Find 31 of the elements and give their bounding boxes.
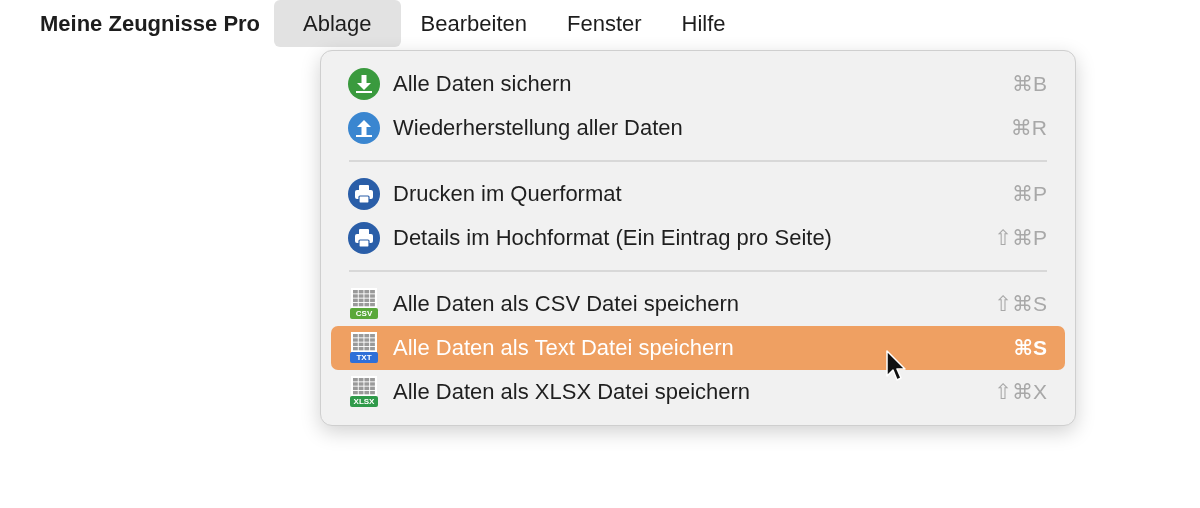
menu-item[interactable]: XLSX Alle Daten als XLSX Datei speichern ⇧⌘X (331, 370, 1065, 414)
keyboard-shortcut: ⌘R (1010, 116, 1047, 140)
menu-bar-item[interactable]: Hilfe (661, 0, 746, 47)
menu-bar-item[interactable]: Bearbeiten (400, 0, 547, 47)
menu-item-label: Alle Daten sichern (393, 71, 573, 97)
menu-item-label: Drucken im Querformat (393, 181, 623, 207)
menu-item[interactable]: CSV Alle Daten als CSV Datei speichern ⇧⌘S (331, 282, 1065, 326)
mouse-pointer-icon (886, 350, 908, 384)
menu-item-label: Wiederherstellung aller Daten (393, 115, 684, 141)
menu-item-label: Alle Daten als XLSX Datei speichern (393, 379, 752, 405)
keyboard-shortcut: ⌘B (1012, 72, 1047, 96)
download-icon (348, 68, 380, 100)
keyboard-shortcut: ⇧⌘X (994, 380, 1047, 404)
keyboard-shortcut: ⌘P (1012, 182, 1047, 206)
menu-item-label: Details im Hochformat (Ein Eintrag pro Seite) (393, 225, 833, 251)
menu-item-label: Alle Daten als Text Datei speichern (393, 335, 735, 361)
keyboard-shortcut: ⌘S (1013, 336, 1047, 360)
upload-icon (348, 112, 380, 144)
menu-item-label: Alle Daten als CSV Datei speichern (393, 291, 741, 317)
keyboard-shortcut: ⇧⌘S (994, 292, 1047, 316)
printer-icon (348, 178, 380, 210)
menu-bar-item[interactable]: Fenster (547, 0, 662, 47)
menu-item[interactable]: Drucken im Querformat ⌘P (331, 172, 1065, 216)
printer-icon (348, 222, 380, 254)
menu-bar-item[interactable]: Ablage (274, 0, 401, 47)
menu-item[interactable]: Alle Daten sichern ⌘B (331, 62, 1065, 106)
app-name[interactable]: Meine Zeugnisse Pro (40, 0, 261, 47)
keyboard-shortcut: ⇧⌘P (994, 226, 1047, 250)
menu-item[interactable]: Details im Hochformat (Ein Eintrag pro Seite) ⇧⌘P (331, 216, 1065, 260)
menu-item[interactable]: Wiederherstellung aller Daten ⌘R (331, 106, 1065, 150)
menu-item[interactable]: TXT Alle Daten als Text Datei speichern ⌘S (331, 326, 1065, 370)
